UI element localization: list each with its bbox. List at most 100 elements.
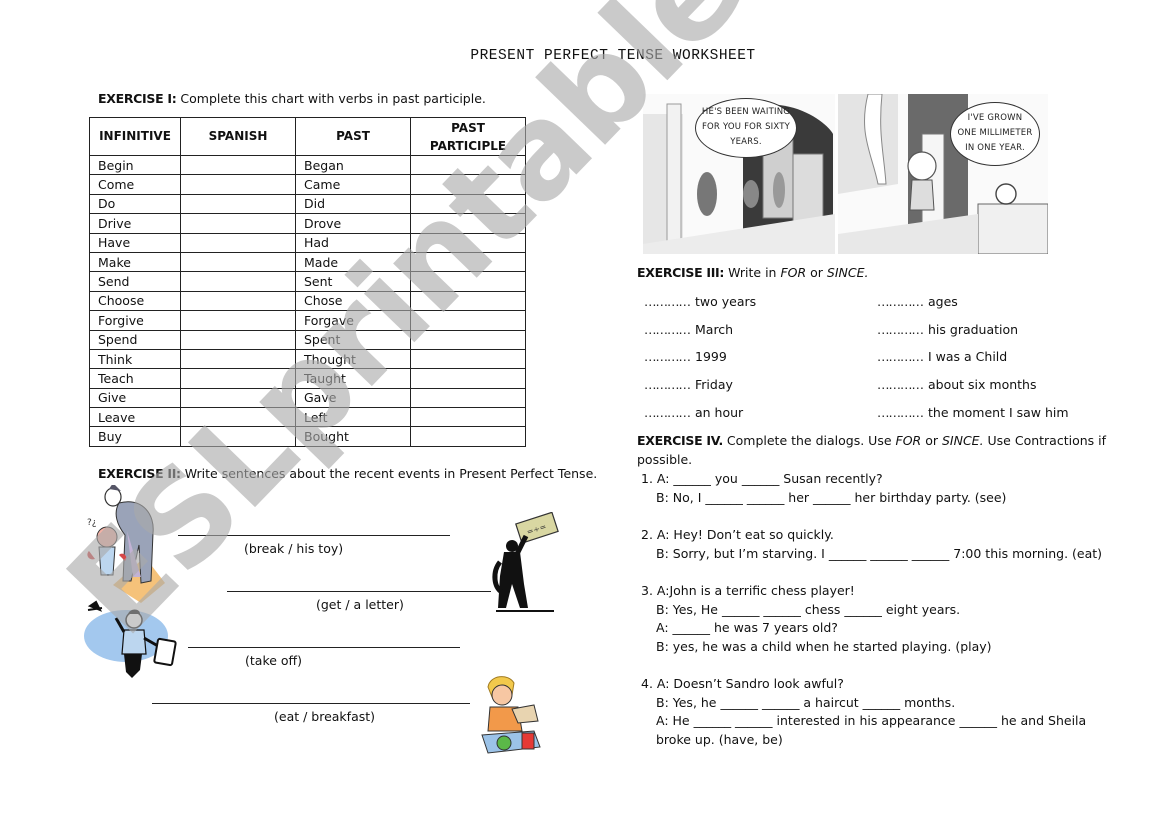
cell-past: Left (295, 407, 411, 428)
cell-infinitive: Spend (89, 329, 181, 350)
for-since-item-left: ………… two years (644, 294, 756, 309)
cell-past-participle[interactable] (410, 387, 526, 409)
speech-1-line-3: YEARS. (730, 137, 762, 147)
for-since-item-left: ………… 1999 (644, 349, 727, 364)
answer-line-2[interactable] (227, 591, 491, 592)
fill-in-dots[interactable]: ………… (644, 294, 691, 309)
cell-past-participle[interactable] (410, 426, 526, 447)
for-since-item-right: ………… his graduation (877, 322, 1018, 337)
verb-row: Make Made (89, 251, 526, 273)
header-past-participle: PAST PARTICIPLE (410, 117, 526, 156)
verb-row: Choose Chose (89, 290, 526, 312)
cell-past-participle[interactable] (410, 407, 526, 428)
cell-infinitive: Forgive (89, 310, 181, 331)
verb-row: Give Gave (89, 387, 526, 409)
cell-past: Gave (295, 387, 411, 409)
cell-past-participle[interactable] (410, 310, 526, 331)
businessman-airplane-illustration (84, 600, 177, 678)
cell-past: Did (295, 193, 411, 215)
verb-row: Spend Spent (89, 329, 526, 350)
cell-spanish[interactable] (180, 271, 296, 292)
cell-spanish[interactable] (180, 174, 296, 195)
fill-in-dots[interactable]: ………… (877, 405, 924, 420)
for-since-item-right: ………… I was a Child (877, 349, 1007, 364)
verb-row: Send Sent (89, 271, 526, 292)
cell-past-participle[interactable] (410, 271, 526, 292)
worksheet-title: PRESENT PERFECT TENSE WORKSHEET (470, 48, 756, 64)
verb-row: Forgive Forgave (89, 310, 526, 331)
cell-past-participle[interactable] (410, 348, 526, 370)
fill-in-dots[interactable]: ………… (644, 322, 691, 337)
speech-bubble-2: I'VE GROWN ONE MILLIMETER IN ONE YEAR. (950, 102, 1040, 166)
cell-past-participle[interactable] (410, 290, 526, 312)
cell-spanish[interactable] (180, 368, 296, 389)
cell-spanish[interactable] (180, 426, 296, 447)
cell-infinitive: Do (89, 193, 181, 215)
cell-spanish[interactable] (180, 407, 296, 428)
fill-in-dots[interactable]: ………… (644, 377, 691, 392)
cell-spanish[interactable] (180, 193, 296, 215)
cell-spanish[interactable] (180, 310, 296, 331)
verb-row: Have Had (89, 232, 526, 253)
cell-past: Came (295, 174, 411, 195)
verb-row: Teach Taught (89, 368, 526, 389)
cell-past-participle[interactable] (410, 232, 526, 253)
for-since-item-right: ………… the moment I saw him (877, 405, 1069, 420)
dialog-3-line: B: yes, he was a child when he started p… (656, 638, 992, 654)
cell-spanish[interactable] (180, 251, 296, 273)
cell-past: Forgave (295, 310, 411, 331)
speech-2-line-1: I'VE GROWN (967, 113, 1023, 123)
cell-infinitive: Drive (89, 213, 181, 234)
cell-spanish[interactable] (180, 290, 296, 312)
fill-in-dots[interactable]: ………… (644, 405, 691, 420)
for-since-phrase: Friday (695, 377, 733, 392)
cell-spanish[interactable] (180, 348, 296, 370)
cell-past-participle[interactable] (410, 154, 526, 176)
cartoon-panel-1: HE'S BEEN WAITING FOR YOU FOR SIXTY YEAR… (643, 94, 835, 254)
fill-in-dots[interactable]: ………… (877, 349, 924, 364)
for-since-item-right: ………… about six months (877, 377, 1036, 392)
for-word-ex4: FOR (895, 433, 922, 448)
cell-past-participle[interactable] (410, 329, 526, 350)
cell-spanish[interactable] (180, 387, 296, 409)
for-since-phrase: his graduation (928, 322, 1019, 337)
verb-row: Drive Drove (89, 213, 526, 234)
cell-past: Chose (295, 290, 411, 312)
cell-spanish[interactable] (180, 154, 296, 176)
dialog-3-line: 3. A:John is a terrific chess player! (641, 583, 855, 598)
fill-in-dots[interactable]: ………… (644, 349, 691, 364)
cell-past-participle[interactable] (410, 193, 526, 215)
cell-past-participle[interactable] (410, 174, 526, 195)
cell-past: Thought (295, 348, 411, 370)
exercise-4-instruction-a: Complete the dialogs. Use (722, 433, 896, 448)
cell-past: Began (295, 154, 411, 176)
fill-in-dots[interactable]: ………… (877, 294, 924, 309)
cell-spanish[interactable] (180, 232, 296, 253)
verb-chart-body: Begin Began Come Came Do Did Drive Drove Have Had… (89, 154, 526, 447)
header-spanish: SPANISH (180, 117, 296, 156)
answer-line-3[interactable] (188, 647, 460, 648)
hint-2: (get / a letter) (316, 597, 404, 612)
answer-line-1[interactable] (178, 535, 450, 536)
dialog-3-line: A: ______ he was 7 years old? (656, 620, 838, 636)
since-word: SINCE. (826, 265, 869, 280)
answer-line-4[interactable] (152, 703, 470, 704)
cell-past-participle[interactable] (410, 251, 526, 273)
father-scolding-child-illustration: ?¿ (87, 485, 165, 603)
fill-in-dots[interactable]: ………… (877, 322, 924, 337)
for-since-phrase: 1999 (695, 349, 727, 364)
exercise-1-instruction: Complete this chart with verbs in past p… (176, 91, 486, 106)
cell-past-participle[interactable] (410, 213, 526, 234)
for-since-phrase: an hour (695, 405, 744, 420)
svg-text:?¿: ?¿ (87, 518, 97, 528)
cell-spanish[interactable] (180, 329, 296, 350)
cell-infinitive: Think (89, 348, 181, 370)
speech-1-line-1: HE'S BEEN WAITING (701, 107, 791, 117)
fill-in-dots[interactable]: ………… (877, 377, 924, 392)
dialog-4-line: B: Yes, he ______ ______ a haircut _____… (656, 694, 956, 710)
cell-past-participle[interactable] (410, 368, 526, 389)
cell-infinitive: Leave (89, 407, 181, 428)
cell-spanish[interactable] (180, 213, 296, 234)
for-since-phrase: I was a Child (928, 349, 1008, 364)
hint-4: (eat / breakfast) (274, 709, 376, 724)
